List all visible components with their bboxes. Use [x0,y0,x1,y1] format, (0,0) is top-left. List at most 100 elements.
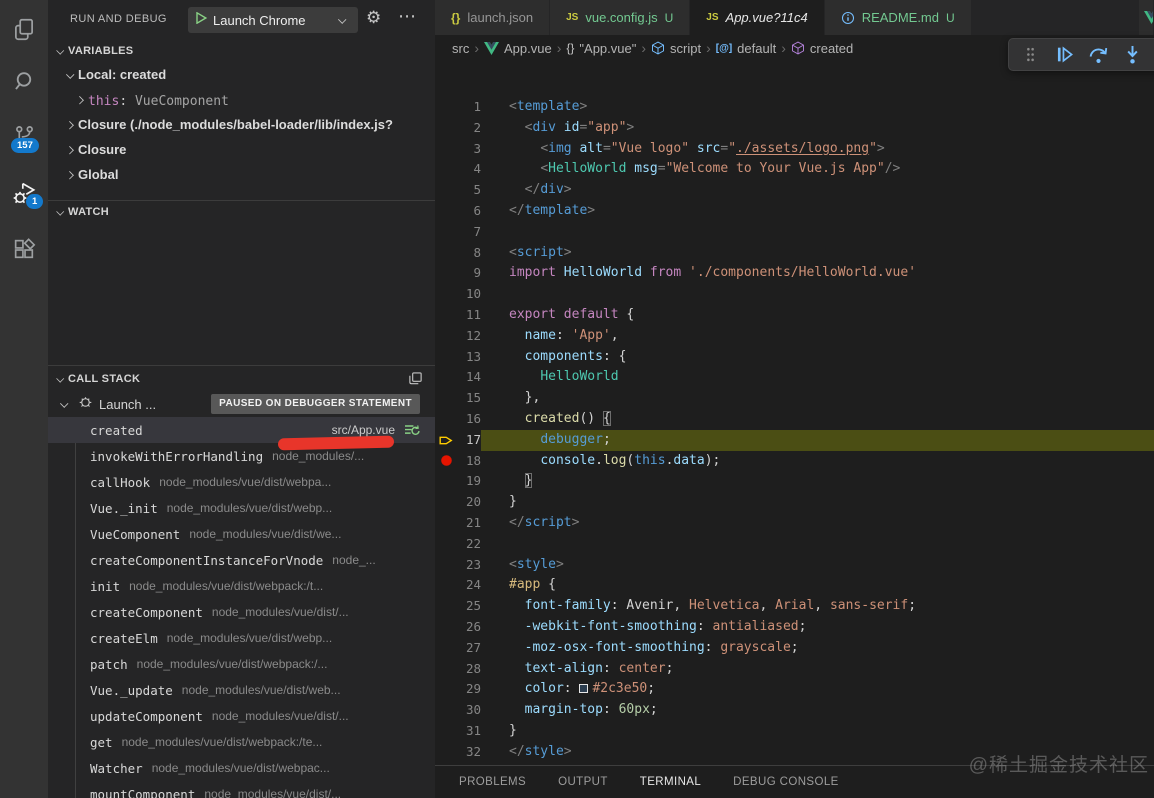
code-line-24[interactable]: 24 #app { [435,575,1154,596]
code-line-3[interactable]: 3 <img alt="Vue logo" src="./assets/logo… [435,139,1154,160]
activity-explorer[interactable] [0,8,48,56]
code-line-10[interactable]: 10 [435,284,1154,305]
line-content: font-family: Avenir, Helvetica, Arial, s… [524,598,917,614]
code-line-9[interactable]: 9 import HelloWorld from './components/He… [435,263,1154,284]
drag-handle-icon[interactable] [1019,44,1041,66]
panel-tab-terminal[interactable]: TERMINAL [640,776,701,788]
code-line-23[interactable]: 23 <style> [435,555,1154,576]
line-content [481,284,1154,305]
stack-frame-VueComponent[interactable]: VueComponent node_modules/vue/dist/we... [48,521,435,547]
activity-search[interactable] [0,60,48,108]
code-line-11[interactable]: 11 export default { [435,305,1154,326]
variable-scope[interactable]: Global [48,162,435,187]
code-line-31[interactable]: 31} [435,721,1154,742]
breakpoint-icon[interactable] [435,451,457,472]
restart-frame-icon[interactable] [404,423,421,438]
code-line-21[interactable]: 21 </script> [435,513,1154,534]
stack-frame-init[interactable]: init node_modules/vue/dist/webpack:/t... [48,573,435,599]
code-line-26[interactable]: 26 -webkit-font-smoothing: antialiased; [435,617,1154,638]
code-line-16[interactable]: 16 created() { [435,409,1154,430]
stack-frame-Watcher[interactable]: Watcher node_modules/vue/dist/webpac... [48,755,435,781]
line-content: HelloWorld [540,369,619,385]
code-line-18[interactable]: 18 console.log(this.data); [435,451,1154,472]
gear-icon[interactable]: ⚙ [366,8,381,28]
chevron-down-icon [54,372,67,385]
line-content: export default { [509,306,635,322]
code-line-25[interactable]: 25 font-family: Avenir, Helvetica, Arial… [435,596,1154,617]
frame-name: createElm [90,630,158,646]
call-stack-section-header[interactable]: CALL STACK [48,366,435,391]
code-line-14[interactable]: 14 HelloWorld [435,367,1154,388]
line-content: <template> [509,99,588,114]
variable-scope[interactable]: Local: created [48,62,435,87]
stack-frame-createComponent[interactable]: createComponent node_modules/vue/dist/... [48,599,435,625]
watch-section-header[interactable]: WATCH [48,201,435,223]
continue-icon[interactable] [1053,44,1075,66]
variable-scope[interactable]: Closure [48,137,435,162]
code-line-27[interactable]: 27 -moz-osx-font-smoothing: grayscale; [435,638,1154,659]
tab-App.vue?11c4[interactable]: JS App.vue?11c4 [690,0,825,35]
variables-section-header[interactable]: VARIABLES [48,40,435,62]
code-line-29[interactable]: 29 color: #2c3e50; [435,679,1154,700]
code-line-5[interactable]: 5 </div> [435,180,1154,201]
line-content: -webkit-font-smoothing: antialiased; [524,618,807,634]
stack-frame-get[interactable]: get node_modules/vue/dist/webpack:/te... [48,729,435,755]
more-actions-icon[interactable]: ⋯ [398,6,417,27]
breadcrumb-script[interactable]: script [651,41,701,56]
debug-session-row[interactable]: Launch ... PAUSED ON DEBUGGER STATEMENT [48,391,435,417]
launch-config-select[interactable]: Launch Chrome [188,7,358,33]
panel-tab-debug-console[interactable]: DEBUG CONSOLE [733,776,839,788]
breadcrumb-default[interactable]: [@] default [716,41,776,56]
code-line-15[interactable]: 15 }, [435,388,1154,409]
step-over-icon[interactable] [1087,44,1109,66]
breadcrumb-App.vue[interactable]: App.vue [484,41,552,56]
step-into-icon[interactable] [1121,44,1143,66]
frame-file: node_modules/vue/dist/webp... [166,501,333,515]
code-line-6[interactable]: 6 </template> [435,201,1154,222]
stack-frame-createElm[interactable]: createElm node_modules/vue/dist/webp... [48,625,435,651]
panel-tab-output[interactable]: OUTPUT [558,776,608,788]
breadcrumb-App.vue[interactable]: {} "App.vue" [566,41,636,56]
current-line-arrow-icon[interactable] [435,430,457,451]
frame-name: created [90,422,143,438]
stack-frame-Vue._init[interactable]: Vue._init node_modules/vue/dist/webp... [48,495,435,521]
call-stack-view-icon[interactable] [408,371,423,389]
activity-source-control[interactable]: 157 [0,114,48,162]
tab-partial[interactable] [1139,0,1154,35]
code-line-30[interactable]: 30 margin-top: 60px; [435,700,1154,721]
code-line-28[interactable]: 28 text-align: center; [435,659,1154,680]
tab-launch.json[interactable]: {} launch.json [435,0,551,35]
glyph-margin [435,118,457,139]
stack-frame-patch[interactable]: patch node_modules/vue/dist/webpack:/... [48,651,435,677]
code-line-4[interactable]: 4 <HelloWorld msg="Welcome to Your Vue.j… [435,159,1154,180]
tab-vue.config.js[interactable]: JS vue.config.js U [550,0,691,35]
activity-run-and-debug[interactable]: 1 [0,172,48,220]
editor-group: {} launch.json JS vue.config.js U JS App.vue?1… [435,0,1154,765]
code-line-19[interactable]: 19 } [435,471,1154,492]
variable-scope[interactable]: Closure (./node_modules/babel-loader/lib… [48,112,435,137]
code-line-13[interactable]: 13 components: { [435,347,1154,368]
stack-frame-Vue._update[interactable]: Vue._update node_modules/vue/dist/web... [48,677,435,703]
chevron-down-icon [63,68,77,82]
code-line-1[interactable]: 1 <template> [435,97,1154,118]
stack-frame-createComponentInstanceForVnode[interactable]: createComponentInstanceForVnode node_... [48,547,435,573]
code-line-7[interactable]: 7 [435,222,1154,243]
code-line-20[interactable]: 20} [435,492,1154,513]
stack-frame-callHook[interactable]: callHook node_modules/vue/dist/webpa... [48,469,435,495]
code-line-22[interactable]: 22 [435,534,1154,555]
stack-frame-mountComponent[interactable]: mountComponent node_modules/vue/dist/... [48,781,435,798]
code-line-12[interactable]: 12 name: 'App', [435,326,1154,347]
code-line-17[interactable]: 17 debugger; [435,429,1154,451]
breadcrumb-created[interactable]: created [791,41,853,56]
breadcrumb-src[interactable]: src [452,41,469,56]
code-line-2[interactable]: 2 <div id="app"> [435,118,1154,139]
code-line-8[interactable]: 8 <script> [435,243,1154,264]
tab-README.md[interactable]: README.md U [824,0,972,35]
activity-extensions[interactable] [0,228,48,276]
stack-frame-updateComponent[interactable]: updateComponent node_modules/vue/dist/... [48,703,435,729]
glyph-margin [435,492,457,513]
variable-this[interactable]: this: VueComponent [48,87,435,112]
panel-tab-problems[interactable]: PROBLEMS [459,776,526,788]
breadcrumb-separator: › [641,40,647,56]
code-editor[interactable]: 1 <template> 2 <div id="app"> 3 <img alt="V… [435,61,1154,765]
